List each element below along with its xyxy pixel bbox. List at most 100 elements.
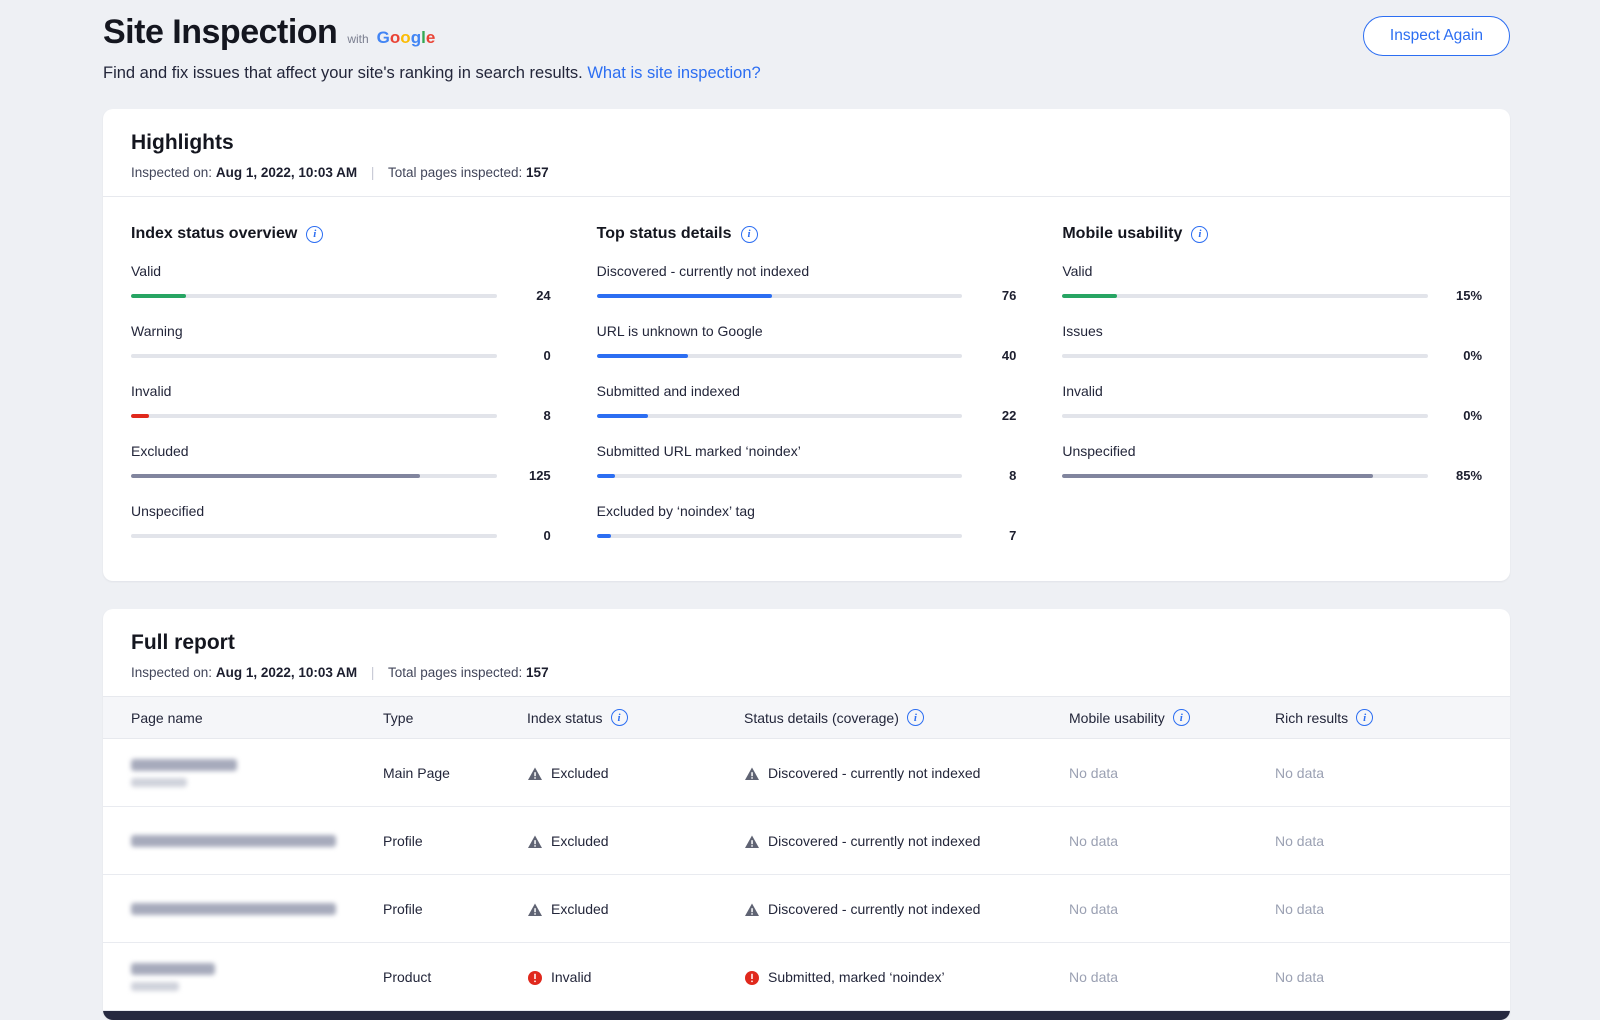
info-icon[interactable] xyxy=(1191,226,1208,243)
google-letter: G xyxy=(377,28,390,47)
error-icon xyxy=(527,968,543,985)
bar-fill xyxy=(131,474,420,478)
what-is-site-inspection-link[interactable]: What is site inspection? xyxy=(587,64,760,82)
warning-icon xyxy=(744,764,760,781)
metric-label: Invalid xyxy=(131,383,551,399)
google-letter: e xyxy=(426,28,435,47)
redacted-text-line xyxy=(131,759,237,771)
metric-value: 24 xyxy=(511,288,551,303)
highlights-card: Highlights Inspected on: Aug 1, 2022, 10… xyxy=(103,109,1510,581)
metric-value: 0 xyxy=(511,348,551,363)
column-header-label: Status details (coverage) xyxy=(744,710,899,726)
index-status-cell: Invalid xyxy=(527,968,744,985)
warning-icon xyxy=(527,764,543,781)
bar-fill xyxy=(1062,294,1117,298)
column-header-label: Rich results xyxy=(1275,710,1348,726)
page-description: Find and fix issues that affect your sit… xyxy=(103,64,761,83)
metric-warning: Warning 0 xyxy=(131,323,551,363)
bar-track xyxy=(597,414,963,418)
metric-unspecified: Unspecified 85% xyxy=(1062,443,1482,483)
bar-track xyxy=(131,354,497,358)
bar-fill xyxy=(131,294,186,298)
info-icon[interactable] xyxy=(611,709,628,726)
column-header-label: Type xyxy=(383,710,413,726)
meta-separator: | xyxy=(371,165,375,180)
metric-label: Warning xyxy=(131,323,551,339)
info-icon[interactable] xyxy=(741,226,758,243)
mobile-usability-cell: No data xyxy=(1069,765,1275,781)
panel-mobile-usability: Mobile usability Valid 15% Issues 0% Inv… xyxy=(1062,225,1482,543)
info-icon[interactable] xyxy=(907,709,924,726)
highlights-title: Highlights xyxy=(131,131,1482,155)
bar-track xyxy=(597,354,963,358)
metric-value: 7 xyxy=(976,528,1016,543)
column-header-type: Type xyxy=(383,710,527,726)
page-name-redacted xyxy=(131,759,383,787)
table-row: Profile Excluded Discovered - currently … xyxy=(103,807,1510,875)
panel-title: Mobile usability xyxy=(1062,225,1482,243)
bar-track xyxy=(597,294,963,298)
page-name-redacted xyxy=(131,963,383,991)
column-header-page-name: Page name xyxy=(131,710,383,726)
bar-track xyxy=(1062,414,1428,418)
bar-track xyxy=(131,474,497,478)
info-icon[interactable] xyxy=(1356,709,1373,726)
google-logo: Google xyxy=(377,28,436,48)
info-icon[interactable] xyxy=(1173,709,1190,726)
highlights-card-header: Highlights Inspected on: Aug 1, 2022, 10… xyxy=(103,109,1510,197)
metric-label: Submitted and indexed xyxy=(597,383,1017,399)
type-cell: Main Page xyxy=(383,765,527,781)
column-header-mobile-usability: Mobile usability xyxy=(1069,709,1275,726)
table-row: Main Page Excluded Discovered - currentl… xyxy=(103,739,1510,807)
index-status-label: Invalid xyxy=(551,969,591,985)
mobile-usability-cell: No data xyxy=(1069,901,1275,917)
type-cell: Profile xyxy=(383,901,527,917)
full-report-card-header: Full report Inspected on: Aug 1, 2022, 1… xyxy=(103,609,1510,697)
index-status-cell: Excluded xyxy=(527,900,744,917)
warning-icon xyxy=(527,900,543,917)
bar-track xyxy=(1062,474,1428,478)
title-row: Site Inspection with Google xyxy=(103,14,761,51)
metric-value: 15% xyxy=(1442,288,1482,303)
metric-valid: Valid 24 xyxy=(131,263,551,303)
panel-index-status-overview: Index status overview Valid 24 Warning 0… xyxy=(131,225,551,543)
status-details-cell: Discovered - currently not indexed xyxy=(744,764,1069,781)
meta-separator: | xyxy=(371,665,375,680)
cutoff-content-strip xyxy=(103,1011,1510,1020)
status-details-label: Submitted, marked ‘noindex’ xyxy=(768,969,945,985)
full-report-meta: Inspected on: Aug 1, 2022, 10:03 AM | To… xyxy=(131,665,1482,680)
status-details-label: Discovered - currently not indexed xyxy=(768,833,980,849)
bar-fill xyxy=(597,354,688,358)
google-letter: g xyxy=(411,28,421,47)
inspect-again-button[interactable]: Inspect Again xyxy=(1363,16,1510,56)
redacted-text-line xyxy=(131,982,179,991)
index-status-label: Excluded xyxy=(551,901,609,917)
error-icon xyxy=(744,968,760,985)
inspected-on-value: Aug 1, 2022, 10:03 AM xyxy=(216,165,357,180)
info-icon[interactable] xyxy=(306,226,323,243)
status-details-cell: Discovered - currently not indexed xyxy=(744,900,1069,917)
metric-excluded-noindex: Excluded by ‘noindex’ tag 7 xyxy=(597,503,1017,543)
metric-label: Invalid xyxy=(1062,383,1482,399)
rich-results-cell: No data xyxy=(1275,969,1510,985)
metric-unspecified: Unspecified 0 xyxy=(131,503,551,543)
rich-results-cell: No data xyxy=(1275,833,1510,849)
status-details-label: Discovered - currently not indexed xyxy=(768,765,980,781)
table-header-row: Page name Type Index status Status detai… xyxy=(103,697,1510,739)
total-pages-label: Total pages inspected: xyxy=(388,665,522,680)
page-title: Site Inspection xyxy=(103,14,337,51)
metric-issues: Issues 0% xyxy=(1062,323,1482,363)
metric-label: Unspecified xyxy=(1062,443,1482,459)
bar-fill xyxy=(597,294,773,298)
column-header-status-details: Status details (coverage) xyxy=(744,709,1069,726)
google-letter: o xyxy=(400,28,410,47)
mobile-usability-cell: No data xyxy=(1069,969,1275,985)
bar-track xyxy=(1062,294,1428,298)
rich-results-cell: No data xyxy=(1275,901,1510,917)
metric-value: 125 xyxy=(511,468,551,483)
page-header-text: Site Inspection with Google Find and fix… xyxy=(103,14,761,83)
highlights-panels: Index status overview Valid 24 Warning 0… xyxy=(103,197,1510,581)
total-pages-value: 157 xyxy=(526,665,549,680)
metric-value: 0% xyxy=(1442,408,1482,423)
metric-excluded: Excluded 125 xyxy=(131,443,551,483)
